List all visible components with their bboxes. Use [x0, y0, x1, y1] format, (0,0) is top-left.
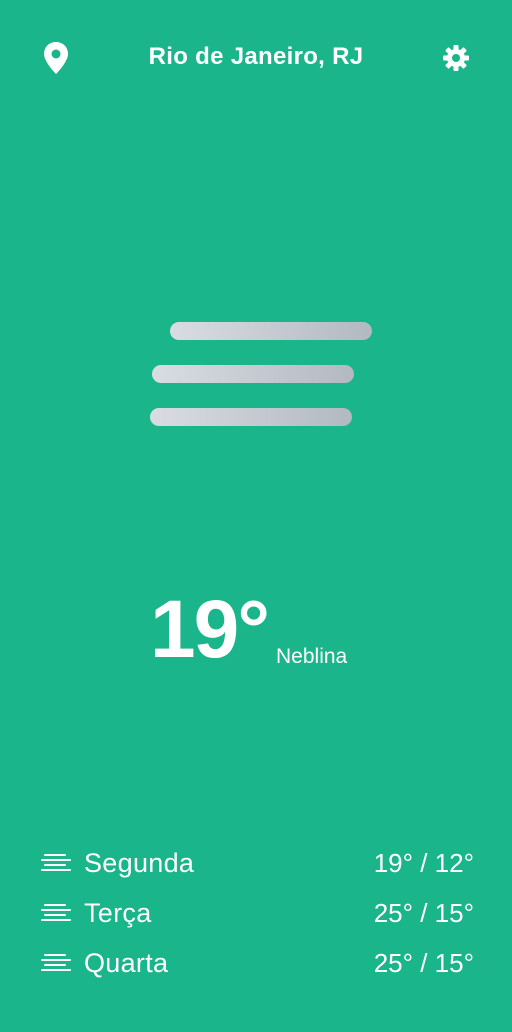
forecast-row-segunda[interactable]: Segunda 19° / 12° [40, 838, 474, 888]
forecast-row-terca[interactable]: Terça 25° / 15° [40, 888, 474, 938]
fog-icon [41, 904, 71, 921]
current-conditions: 19° Neblina [150, 580, 390, 680]
forecast-list: Segunda 19° / 12° Terça 25° / 15° Quarta… [40, 838, 474, 988]
app-header: Rio de Janeiro, RJ [0, 0, 512, 120]
forecast-day-label: Segunda [84, 847, 195, 878]
forecast-temp-range: 25° / 15° [373, 897, 474, 928]
current-weather-icon [146, 318, 378, 432]
current-condition-label: Neblina [276, 645, 348, 668]
gear-icon [443, 45, 469, 71]
fog-icon [41, 954, 71, 971]
settings-button[interactable] [440, 42, 472, 74]
forecast-temp-range: 19° / 12° [373, 847, 474, 878]
city-title[interactable]: Rio de Janeiro, RJ [0, 43, 512, 71]
current-temperature: 19° [150, 584, 270, 675]
forecast-temp-range: 25° / 15° [373, 947, 474, 978]
fog-icon [150, 322, 372, 426]
forecast-day-label: Quarta [84, 947, 169, 978]
forecast-day-label: Terça [84, 897, 152, 928]
fog-icon [41, 854, 71, 871]
forecast-row-quarta[interactable]: Quarta 25° / 15° [40, 938, 474, 988]
